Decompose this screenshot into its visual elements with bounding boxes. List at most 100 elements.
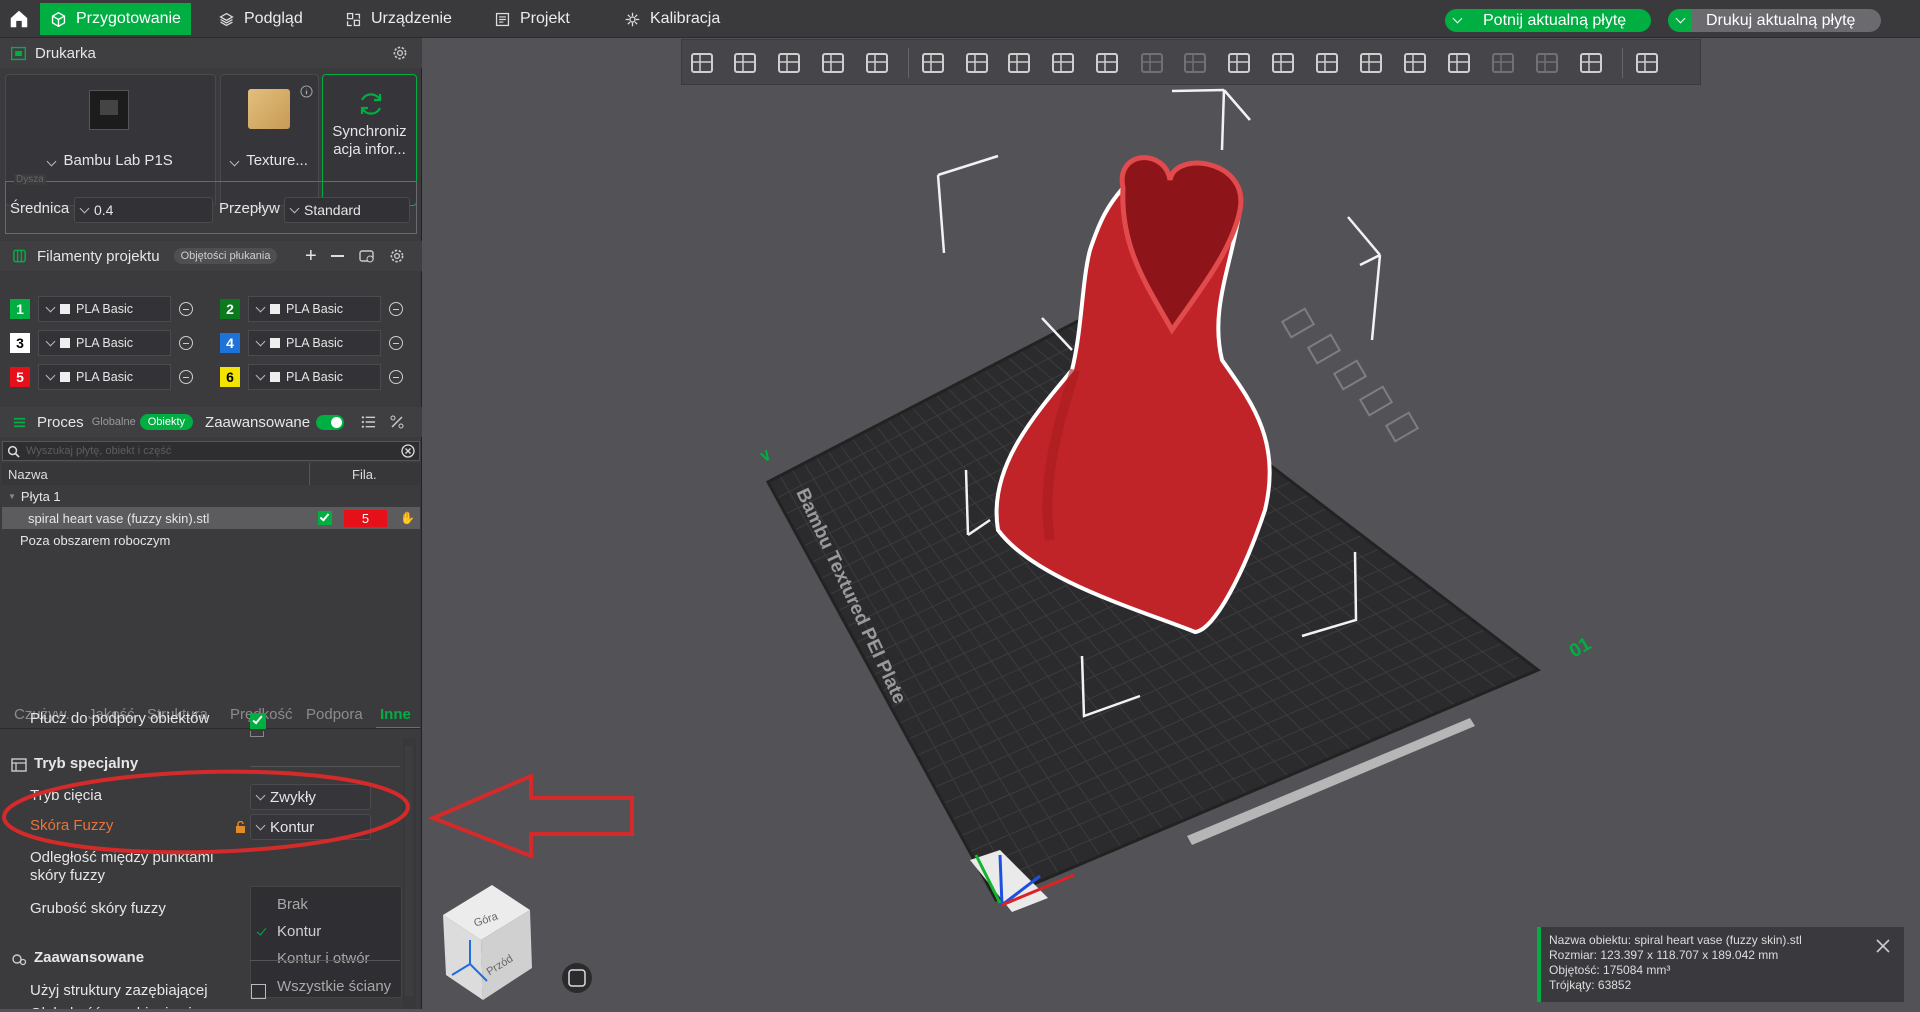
flow-select[interactable]: Standard — [284, 197, 410, 223]
grid-add-icon[interactable] — [730, 48, 762, 80]
fuzzy-skin-dropdown: Brak Kontur Kontur i otwór Wszystkie ści… — [250, 886, 402, 998]
advanced-icon — [12, 954, 27, 966]
close-icon[interactable] — [1874, 937, 1892, 955]
flush-volumes-button[interactable]: Objętości płukania — [173, 248, 278, 264]
gear-icon[interactable] — [392, 45, 408, 61]
boolean-icon[interactable] — [1137, 48, 1169, 80]
fuzzy-option-all-walls[interactable]: Wszystkie ściany — [277, 978, 391, 995]
filament-select-3[interactable]: PLA Basic — [38, 330, 171, 356]
3d-viewport[interactable]: Bambu Textured PEI Plate 01 ∨ Góra Przód — [423, 38, 1920, 1009]
tab-device[interactable]: Urządzenie — [335, 3, 462, 35]
ruler-icon[interactable] — [1576, 48, 1608, 80]
outside-row[interactable]: Poza obszarem roboczym — [2, 529, 420, 551]
filament-select-5[interactable]: PLA Basic — [38, 364, 171, 390]
tab-project[interactable]: Projekt — [484, 3, 580, 35]
scene[interactable]: Bambu Textured PEI Plate 01 ∨ Góra Przód — [423, 38, 1920, 1009]
filament-select-2[interactable]: PLA Basic — [248, 296, 381, 322]
remove-filament-icon[interactable] — [389, 302, 403, 316]
fuzzy-option-none[interactable]: Brak — [277, 896, 308, 913]
chevron-down-icon[interactable] — [1668, 9, 1692, 32]
fuzzy-option-contour-hole[interactable]: Kontur i otwór — [277, 950, 370, 967]
remove-filament-icon[interactable] — [179, 302, 193, 316]
measure-face-icon[interactable] — [1180, 48, 1212, 80]
chevron-down-icon — [46, 156, 57, 167]
gear-icon[interactable] — [389, 248, 405, 264]
add-object-icon[interactable] — [687, 48, 719, 80]
auto-orient-icon[interactable] — [774, 48, 806, 80]
layers-icon — [219, 12, 234, 26]
object-list-header: Nazwa Fila. — [2, 463, 420, 485]
nozzle-diameter-select[interactable]: 0.4 — [74, 197, 213, 223]
viewport-toolbar — [681, 39, 1701, 85]
cut-icon[interactable] — [1356, 48, 1388, 80]
brim-ears-icon[interactable] — [1400, 48, 1432, 80]
assembly-icon[interactable] — [1632, 48, 1664, 80]
scale-icon[interactable] — [1004, 48, 1036, 80]
text-icon[interactable] — [1268, 48, 1300, 80]
remove-filament-icon[interactable] — [179, 336, 193, 350]
move-icon[interactable] — [918, 48, 950, 80]
chevron-down-icon[interactable] — [1445, 9, 1469, 32]
list-icon[interactable] — [361, 415, 376, 429]
remove-filament-icon[interactable] — [389, 370, 403, 384]
sync-ams-icon[interactable] — [358, 248, 375, 264]
object-search[interactable]: Wyszukaj płytę, obiekt i część — [2, 441, 420, 461]
tab-calibration[interactable]: Kalibracja — [614, 3, 730, 35]
tab-preview[interactable]: Podgląd — [208, 3, 313, 35]
object-filament-badge[interactable]: 5 — [344, 509, 387, 527]
checkbox-checked-icon[interactable] — [318, 511, 332, 525]
interlock-checkbox[interactable] — [251, 984, 266, 999]
plate-number: 01 — [1566, 633, 1595, 662]
filament-slot-2[interactable]: 2 — [220, 299, 240, 319]
filament-icon — [60, 372, 70, 382]
advanced-switch[interactable] — [316, 414, 345, 430]
filament-slot-1[interactable]: 1 — [10, 299, 30, 319]
settings-tab-4[interactable]: Podpora — [306, 706, 363, 723]
fuzzy-option-contour[interactable]: Kontur — [277, 923, 321, 940]
emboss-icon[interactable] — [1312, 48, 1344, 80]
tab-prepare[interactable]: Przygotowanie — [40, 3, 191, 35]
info-icon[interactable] — [300, 85, 313, 98]
seam-paint-icon[interactable] — [1532, 48, 1564, 80]
remove-filament-button[interactable] — [331, 255, 344, 257]
add-filament-button[interactable]: + — [305, 245, 317, 268]
print-plate-button[interactable]: Drukuj aktualną płytę — [1668, 9, 1881, 32]
annotation-ellipse — [2, 769, 410, 855]
device-icon — [346, 12, 361, 26]
chevron-down-icon — [255, 370, 266, 380]
filament-select-6[interactable]: PLA Basic — [248, 364, 381, 390]
settings-tab-5[interactable]: Inne — [380, 706, 411, 723]
lay-flat-icon[interactable] — [1048, 48, 1080, 80]
objects-toggle[interactable]: Obiekty — [139, 414, 194, 430]
focus-button[interactable] — [562, 963, 592, 993]
global-toggle[interactable]: Globalne — [92, 416, 136, 428]
filament-slot-5[interactable]: 5 — [10, 367, 30, 387]
clear-icon[interactable] — [401, 444, 415, 458]
paint-bucket-icon[interactable] — [1224, 48, 1256, 80]
annotation-arrow — [427, 772, 634, 859]
arrange-icon[interactable] — [818, 48, 850, 80]
percent-icon[interactable] — [390, 415, 404, 429]
remove-filament-icon[interactable] — [179, 370, 193, 384]
view-cube[interactable]: Góra Przód — [443, 885, 532, 1000]
flush-support-checkbox[interactable] — [250, 713, 266, 729]
filament-select-1[interactable]: PLA Basic — [38, 296, 171, 322]
filament-slot-6[interactable]: 6 — [220, 367, 240, 387]
search-input[interactable]: Wyszukaj płytę, obiekt i część — [26, 445, 171, 457]
filament-slot-3[interactable]: 3 — [10, 333, 30, 353]
variable-layer-icon[interactable] — [1444, 48, 1476, 80]
split-icon[interactable] — [1092, 48, 1124, 80]
object-row[interactable]: spiral heart vase (fuzzy skin).stl 5 ✋ — [2, 507, 420, 529]
chevron-down-icon — [45, 336, 56, 346]
support-paint-icon[interactable] — [1488, 48, 1520, 80]
rotate-icon[interactable] — [962, 48, 994, 80]
filament-slot-4[interactable]: 4 — [220, 333, 240, 353]
layers-plate-icon[interactable] — [862, 48, 894, 80]
home-icon[interactable] — [8, 8, 30, 30]
filament-icon — [270, 304, 280, 314]
slice-plate-button[interactable]: Potnij aktualną płytę — [1445, 9, 1651, 32]
remove-filament-icon[interactable] — [389, 336, 403, 350]
process-header: Proces Globalne Obiekty Zaawansowane — [0, 407, 422, 437]
filament-select-4[interactable]: PLA Basic — [248, 330, 381, 356]
plate-row[interactable]: ▼ Płyta 1 — [2, 485, 420, 507]
